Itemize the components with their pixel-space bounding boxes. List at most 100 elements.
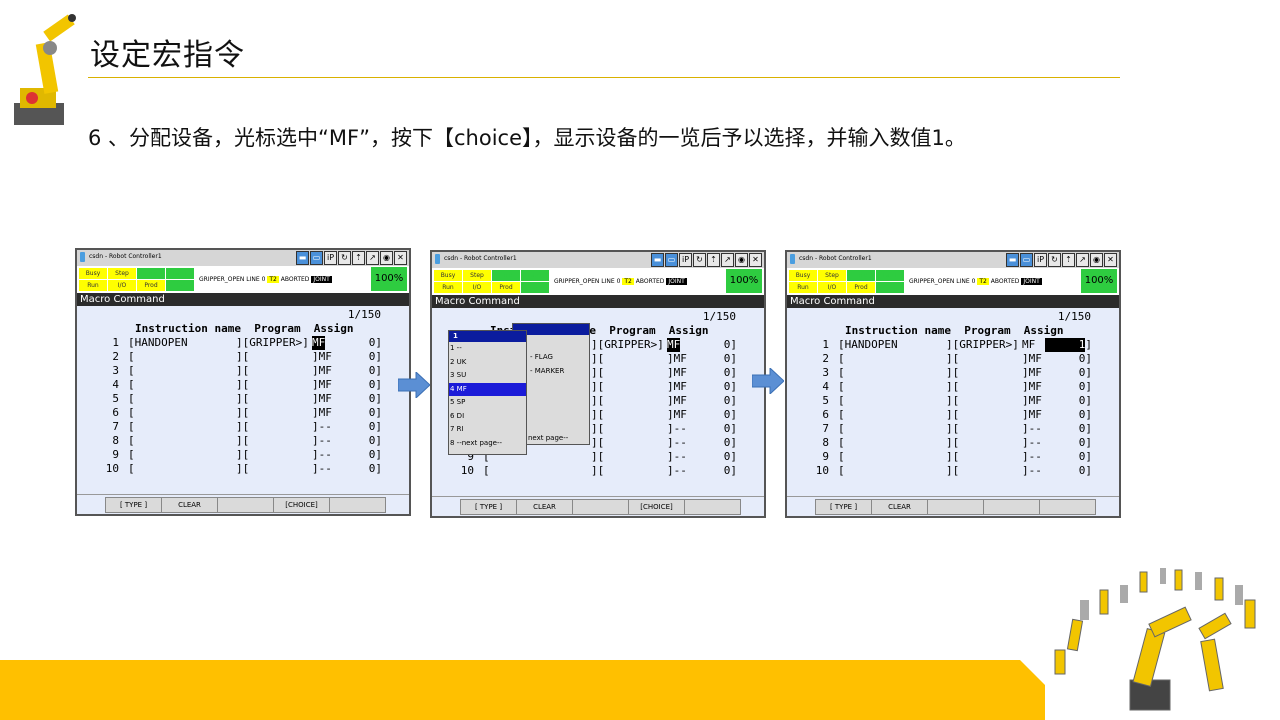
device-list-back-item[interactable]: - FLAG — [529, 351, 553, 365]
table-row[interactable]: 8 [][]--0] — [787, 436, 1119, 450]
table-row[interactable]: 5 [][]MF0] — [77, 392, 409, 406]
display-icon[interactable]: ▭ — [310, 251, 323, 265]
device-list-back-item[interactable]: - MARKER — [529, 365, 564, 379]
program-cell[interactable]: ][ — [236, 434, 249, 448]
assign-value-cell[interactable]: 0] — [1042, 352, 1092, 366]
assign-value-cell[interactable]: 0] — [687, 450, 737, 464]
instruction-name-cell[interactable]: [ — [128, 378, 135, 392]
function-key-2[interactable]: CLEAR — [871, 499, 928, 515]
function-key-5[interactable] — [329, 497, 386, 513]
instruction-name-cell[interactable]: [ — [838, 366, 845, 380]
assign-value-cell[interactable]: 0] — [332, 392, 382, 406]
assign-value-cell[interactable]: 1] — [1042, 338, 1092, 352]
table-row[interactable]: 10 [][]-- 0] — [432, 464, 764, 478]
function-key-5[interactable] — [684, 499, 741, 515]
assign-value-cell[interactable]: 0] — [1042, 450, 1092, 464]
device-type-cell[interactable]: ]MF — [312, 378, 332, 392]
assign-value-cell[interactable]: 0] — [332, 336, 382, 350]
table-row[interactable]: 4 [][]MF0] — [787, 380, 1119, 394]
function-key-1[interactable]: [ TYPE ] — [460, 499, 517, 515]
table-row[interactable]: 5 [][]MF0] — [787, 394, 1119, 408]
function-key-5[interactable] — [1039, 499, 1096, 515]
table-row[interactable]: 1 [HANDOPEN][GRIPPER>] MF 1] — [787, 338, 1119, 352]
assign-value-input[interactable]: 1 — [1045, 338, 1086, 352]
device-type-cell[interactable]: ]MF — [667, 408, 687, 422]
instruction-name-cell[interactable]: [ — [838, 464, 845, 478]
table-row[interactable]: 2 [][]MF0] — [77, 350, 409, 364]
device-type-cell[interactable]: ]-- — [667, 422, 687, 436]
link-icon[interactable]: ↗ — [721, 253, 734, 267]
program-cell[interactable]: ][GRIPPER>] — [946, 338, 1019, 352]
instruction-name-cell[interactable]: [ — [483, 464, 490, 478]
settings-icon[interactable]: ◉ — [1090, 253, 1103, 267]
instruction-name-cell[interactable]: [ — [838, 422, 845, 436]
link-icon[interactable]: ↗ — [366, 251, 379, 265]
table-row[interactable]: 3 [][]MF0] — [787, 366, 1119, 380]
trash-icon[interactable]: ▬ — [651, 253, 664, 267]
program-cell[interactable]: ][ — [236, 350, 249, 364]
table-row[interactable]: 7 [][]--0] — [787, 422, 1119, 436]
device-type-cell[interactable]: ]-- — [667, 450, 687, 464]
device-type-cell[interactable]: ]MF — [667, 380, 687, 394]
dropdown-item[interactable]: 6 DI — [449, 410, 526, 424]
assign-value-cell[interactable]: 0] — [332, 448, 382, 462]
assign-value-cell[interactable]: 0] — [332, 406, 382, 420]
program-cell[interactable]: ][ — [591, 464, 604, 478]
table-row[interactable]: 2 [][]MF0] — [787, 352, 1119, 366]
device-type-cell[interactable]: ]MF — [1022, 394, 1042, 408]
device-type-cell[interactable]: ]-- — [1022, 436, 1042, 450]
trash-icon[interactable]: ▬ — [1006, 253, 1019, 267]
program-cell[interactable]: ][ — [946, 436, 959, 450]
device-type-cell[interactable]: ]-- — [312, 448, 332, 462]
instruction-name-cell[interactable]: [ — [838, 380, 845, 394]
display-icon[interactable]: ▭ — [1020, 253, 1033, 267]
device-type-cell[interactable]: ]MF — [667, 352, 687, 366]
device-type-cell[interactable]: ]MF — [312, 406, 332, 420]
assign-value-cell[interactable]: 0] — [1042, 436, 1092, 450]
dropdown-item[interactable]: 4 MF — [449, 382, 526, 396]
program-cell[interactable]: ][ — [946, 394, 959, 408]
function-key-3[interactable] — [572, 499, 629, 515]
program-cell[interactable]: ][ — [236, 392, 249, 406]
device-type-cell[interactable]: MF — [667, 338, 681, 352]
function-key-2[interactable]: CLEAR — [516, 499, 573, 515]
assign-value-cell[interactable]: 0] — [687, 380, 737, 394]
device-type-cell[interactable]: ]MF — [312, 364, 332, 378]
device-list-back-item[interactable]: next page-- — [527, 432, 568, 446]
instruction-name-cell[interactable]: [ — [128, 350, 135, 364]
device-type-cell[interactable]: ]MF — [1022, 408, 1042, 422]
table-row[interactable]: 4 [][]MF0] — [77, 378, 409, 392]
refresh-icon[interactable]: ↻ — [693, 253, 706, 267]
assign-value-cell[interactable]: 0] — [332, 350, 382, 364]
program-cell[interactable]: ][ — [946, 450, 959, 464]
assign-value-cell[interactable]: 0] — [687, 408, 737, 422]
close-icon[interactable]: ✕ — [1104, 253, 1117, 267]
assign-value-cell[interactable]: 0] — [687, 464, 737, 478]
table-row[interactable]: 8 [][]--0] — [77, 434, 409, 448]
ip-icon[interactable]: iP — [679, 253, 692, 267]
assign-value-cell[interactable]: 0] — [1042, 394, 1092, 408]
table-row[interactable]: 1 [HANDOPEN][GRIPPER>]MF 0] — [77, 336, 409, 350]
link-icon[interactable]: ↗ — [1076, 253, 1089, 267]
upload-icon[interactable]: ⇡ — [707, 253, 720, 267]
program-cell[interactable]: ][ — [591, 450, 604, 464]
assign-value-cell[interactable]: 0] — [687, 352, 737, 366]
assign-value-cell[interactable]: 0] — [1042, 422, 1092, 436]
program-cell[interactable]: ][ — [236, 462, 249, 476]
instruction-name-cell[interactable]: [HANDOPEN — [838, 338, 898, 352]
settings-icon[interactable]: ◉ — [735, 253, 748, 267]
refresh-icon[interactable]: ↻ — [1048, 253, 1061, 267]
instruction-name-cell[interactable]: [ — [128, 462, 135, 476]
device-type-cell[interactable]: ]-- — [1022, 450, 1042, 464]
instruction-name-cell[interactable]: [ — [128, 392, 135, 406]
table-row[interactable]: 9 [][]-- 0] — [77, 448, 409, 462]
device-type-cell[interactable]: ]-- — [667, 464, 687, 478]
instruction-name-cell[interactable]: [ — [838, 352, 845, 366]
instruction-name-cell[interactable]: [ — [838, 450, 845, 464]
assign-value-cell[interactable]: 0] — [332, 364, 382, 378]
device-type-cell[interactable]: ]-- — [312, 434, 332, 448]
table-row[interactable]: 6 [][]MF0] — [787, 408, 1119, 422]
program-cell[interactable]: ][ — [946, 366, 959, 380]
function-key-2[interactable]: CLEAR — [161, 497, 218, 513]
assign-value-cell[interactable]: 0] — [332, 378, 382, 392]
